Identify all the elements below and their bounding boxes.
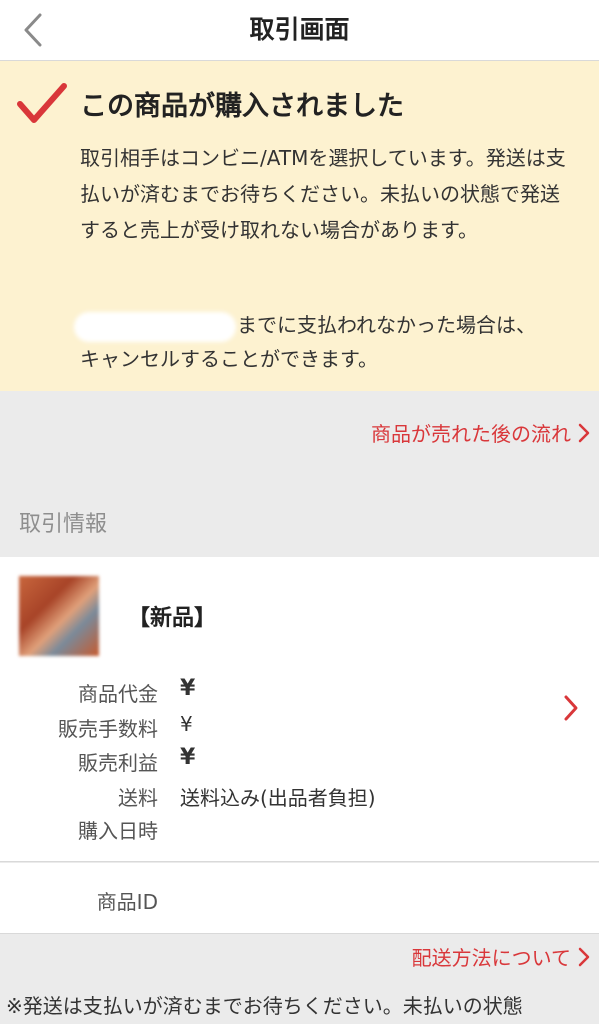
redacted-deadline [74,312,236,342]
notice-cancel-text: キャンセルすることができます。 [80,347,378,371]
shipping-method-link[interactable]: 配送方法について [412,942,591,971]
item-price-value: ¥ [180,676,196,701]
page-title: 取引画面 [249,15,350,44]
after-sale-flow-label: 商品が売れた後の流れ [371,422,571,446]
notice-body: 取引相手はコンビニ/ATMを選択しています。発送は支払いが済むまでお待ちください… [80,146,566,242]
navbar: 取引画面 [0,0,599,61]
notice-deadline-text: までに支払われなかった場合は、 [237,313,536,337]
sales-fee-label: 販売手数料 [58,717,158,741]
product-name: 【新品】 [128,606,217,631]
after-sale-flow-link[interactable]: 商品が売れた後の流れ [371,418,591,447]
purchase-date-label: 購入日時 [78,819,158,843]
shipping-method-label: 配送方法について [411,946,571,970]
sales-fee-value: ¥ [180,712,193,736]
product-id-label: 商品ID [96,890,158,914]
item-price-label: 商品代金 [78,682,158,706]
sales-profit-label: 販売利益 [78,751,158,775]
chevron-right-icon[interactable] [563,694,579,722]
shipping-fee-value: 送料込み(出品者負担) [180,786,376,810]
shipping-fee-label: 送料 [118,786,158,810]
footer-note: ※発送は支払いが済むまでお待ちください。未払いの状態 [6,994,523,1018]
sales-profit-value: ¥ [180,745,196,770]
notice-title: この商品が購入されました [80,91,404,122]
product-thumbnail [19,576,99,656]
transaction-info-heading: 取引情報 [19,512,108,537]
chevron-right-icon [578,423,590,442]
chevron-right-icon [578,947,590,966]
checkmark-icon [16,82,68,128]
